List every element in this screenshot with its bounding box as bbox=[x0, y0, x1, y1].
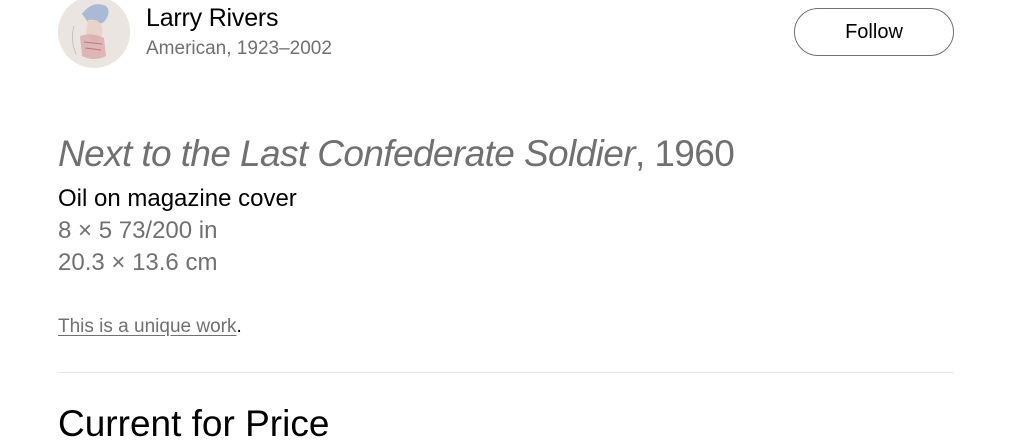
artist-avatar[interactable] bbox=[58, 0, 130, 68]
follow-button[interactable]: Follow bbox=[794, 8, 954, 56]
artist-nationality-dates: American, 1923–2002 bbox=[146, 38, 332, 59]
unique-work-link[interactable]: This is a unique work bbox=[58, 316, 236, 337]
unique-work-suffix: . bbox=[236, 316, 242, 337]
artwork-year: 1960 bbox=[654, 133, 735, 174]
section-divider bbox=[58, 372, 954, 373]
artist-portrait-image bbox=[58, 0, 130, 68]
artwork-title-line: Next to the Last Confederate Soldier, 19… bbox=[58, 132, 735, 176]
unique-work-note: This is a unique work. bbox=[58, 314, 242, 340]
artwork-title-separator: , bbox=[634, 133, 655, 174]
next-section-heading: Current for Price bbox=[58, 403, 330, 444]
artwork-dimensions-inches: 8 × 5 73/200 in bbox=[58, 217, 218, 244]
artwork-medium: Oil on magazine cover bbox=[58, 185, 297, 212]
artist-name[interactable]: Larry Rivers bbox=[146, 3, 279, 33]
artwork-dimensions-cm: 20.3 × 13.6 cm bbox=[58, 249, 218, 276]
artwork-title: Next to the Last Confederate Soldier bbox=[58, 133, 636, 174]
